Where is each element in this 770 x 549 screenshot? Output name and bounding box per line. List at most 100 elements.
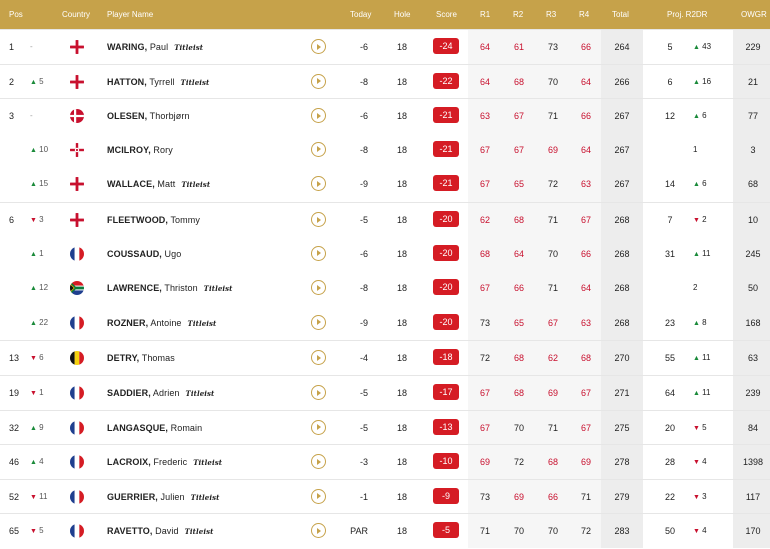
round-1: 67: [479, 144, 490, 155]
play-video-icon[interactable]: [311, 280, 326, 296]
player-first-name: Rory: [153, 144, 173, 155]
projected-rank: 22: [664, 491, 675, 502]
play-video-icon[interactable]: [311, 108, 326, 124]
player-name[interactable]: RAVETTO, David Titleist: [107, 514, 213, 548]
player-name[interactable]: WARING, Paul Titleist: [107, 30, 203, 64]
play-video-icon[interactable]: [311, 73, 326, 89]
header-r2[interactable]: R2: [513, 0, 523, 29]
player-name[interactable]: MCILROY, Rory: [107, 133, 179, 167]
today-score: -6: [359, 42, 368, 52]
r2dr-change: ▲ 6: [693, 167, 717, 201]
table-row[interactable]: ▲ 22 ROZNER, Antoine Titleist -9 18 -20 73 65 67…: [0, 306, 770, 340]
position-move: ▲ 4: [30, 445, 56, 479]
play-video-icon[interactable]: [311, 419, 326, 435]
round-4: 72: [580, 526, 591, 537]
play-video-icon[interactable]: [311, 176, 326, 192]
country-flag-icon: [70, 489, 84, 504]
total-strokes: 264: [614, 42, 630, 52]
player-name[interactable]: HATTON, Tyrrell Titleist: [107, 65, 209, 99]
r2dr-value: 5: [702, 422, 707, 432]
position-move: ▼ 6: [30, 341, 56, 375]
player-first-name: Antoine: [150, 317, 182, 328]
header-hole[interactable]: Hole: [394, 0, 410, 29]
round-1: 67: [479, 388, 490, 398]
header-pos[interactable]: Pos: [9, 0, 23, 29]
header-today[interactable]: Today: [350, 0, 371, 29]
today-score: -8: [359, 283, 368, 294]
player-name[interactable]: ROZNER, Antoine Titleist: [107, 306, 216, 340]
header-proj-r2dr[interactable]: Proj. R2DR: [667, 0, 707, 29]
table-row[interactable]: ▲ 10 MCILROY, Rory -8 18 -21 67 67 69 64 267 1 3: [0, 133, 770, 167]
header-score[interactable]: Score: [436, 0, 457, 29]
table-row[interactable]: 32 ▲ 9 LANGASQUE, Romain -5 18 -13 67 70 71 67 275…: [0, 409, 770, 445]
move-arrow-icon: ▲: [30, 181, 37, 189]
play-video-icon[interactable]: [311, 141, 326, 157]
play-video-icon[interactable]: [311, 350, 326, 366]
total-strokes: 268: [614, 317, 630, 328]
table-row[interactable]: 6 ▼ 3 FLEETWOOD, Tommy -5 18 -20 62 68 71 67 268 7 ▼…: [0, 202, 770, 237]
country-flag-icon: [70, 177, 84, 192]
round-2: 61: [513, 42, 524, 52]
today-score: -1: [359, 491, 368, 502]
total-strokes: 268: [614, 283, 630, 294]
play-video-icon[interactable]: [311, 39, 326, 54]
table-row[interactable]: 1 - WARING, Paul Titleist -6 18 -24 64 61 73 66 26…: [0, 29, 770, 64]
table-row[interactable]: 2 ▲ 5 HATTON, Tyrrell Titleist -8 18 -22 64 68 70…: [0, 63, 770, 99]
play-video-icon[interactable]: [311, 385, 326, 400]
round-4: 67: [580, 215, 591, 225]
player-name[interactable]: LACROIX, Frederic Titleist: [107, 445, 222, 479]
header-player[interactable]: Player Name: [107, 0, 153, 29]
projected-rank: 6: [667, 76, 673, 87]
play-video-icon[interactable]: [311, 454, 326, 470]
table-row[interactable]: 19 ▼ 1 SADDIER, Adrien Titleist -5 18 -17 67 68 6…: [0, 375, 770, 410]
play-video-icon[interactable]: [311, 212, 326, 227]
player-name[interactable]: OLESEN, Thorbjørn: [107, 99, 196, 133]
r2dr-change: ▲ 11: [693, 237, 717, 271]
move-value: 4: [39, 457, 44, 467]
round-4: 71: [580, 491, 591, 502]
country-flag-icon: [70, 40, 84, 54]
hole: 18: [396, 215, 407, 225]
player-name[interactable]: WALLACE, Matt Titleist: [107, 167, 210, 201]
table-row[interactable]: 13 ▼ 6 DETRY, Thomas -4 18 -18 72 68 62 68 270 55 ▲ …: [0, 340, 770, 375]
header-r3[interactable]: R3: [546, 0, 556, 29]
table-row[interactable]: ▲ 1 COUSSAUD, Ugo -6 18 -20 68 64 70 66 268 31 ▲ 11…: [0, 237, 770, 271]
total-strokes: 278: [614, 457, 630, 468]
table-row[interactable]: ▲ 15 WALLACE, Matt Titleist -9 18 -21 67 65 72 63…: [0, 167, 770, 201]
round-1: 73: [479, 491, 490, 502]
today-score: -6: [359, 111, 368, 122]
header-owgr[interactable]: OWGR: [741, 0, 767, 29]
play-video-icon[interactable]: [311, 488, 326, 504]
play-video-icon[interactable]: [311, 523, 326, 539]
header-r1[interactable]: R1: [480, 0, 490, 29]
header-country[interactable]: Country: [62, 0, 90, 29]
position: [9, 306, 29, 340]
move-arrow-icon: ▲: [30, 285, 37, 293]
table-row[interactable]: ▲ 12 LAWRENCE, Thriston Titleist -8 18 -20 67 6…: [0, 271, 770, 305]
header-total[interactable]: Total: [612, 0, 629, 29]
player-name[interactable]: LANGASQUE, Romain: [107, 411, 208, 445]
total-score-badge: -20: [433, 244, 459, 261]
total-score-badge: -10: [433, 453, 459, 470]
move-value: 15: [39, 179, 49, 189]
sponsor-logo: Titleist: [190, 492, 220, 502]
table-row[interactable]: 52 ▼ 11 GUERRIER, Julien Titleist -1 18 -9 73 69…: [0, 478, 770, 514]
play-video-icon[interactable]: [311, 245, 326, 261]
player-name[interactable]: SADDIER, Adrien Titleist: [107, 376, 214, 410]
player-first-name: Tommy: [170, 215, 200, 225]
player-name[interactable]: FLEETWOOD, Tommy: [107, 203, 206, 237]
position: [9, 133, 29, 167]
player-name[interactable]: DETRY, Thomas: [107, 341, 181, 375]
table-row[interactable]: 3 - OLESEN, Thorbjørn -6 18 -21 63 67 71 66 267 12…: [0, 98, 770, 133]
table-row[interactable]: 65 ▼ 5 RAVETTO, David Titleist PAR 18 -5 71 70 70…: [0, 513, 770, 548]
player-name[interactable]: GUERRIER, Julien Titleist: [107, 480, 220, 514]
owgr-rank: 10: [747, 215, 758, 225]
r2dr-arrow-icon: ▲: [693, 113, 700, 121]
player-name[interactable]: COUSSAUD, Ugo: [107, 237, 187, 271]
player-name[interactable]: LAWRENCE, Thriston Titleist: [107, 271, 233, 305]
table-row[interactable]: 46 ▲ 4 LACROIX, Frederic Titleist -3 18 -10 69 7…: [0, 444, 770, 479]
position: 65: [9, 526, 20, 537]
sponsor-logo: Titleist: [180, 77, 210, 87]
header-r4[interactable]: R4: [579, 0, 589, 29]
play-video-icon[interactable]: [311, 314, 326, 330]
